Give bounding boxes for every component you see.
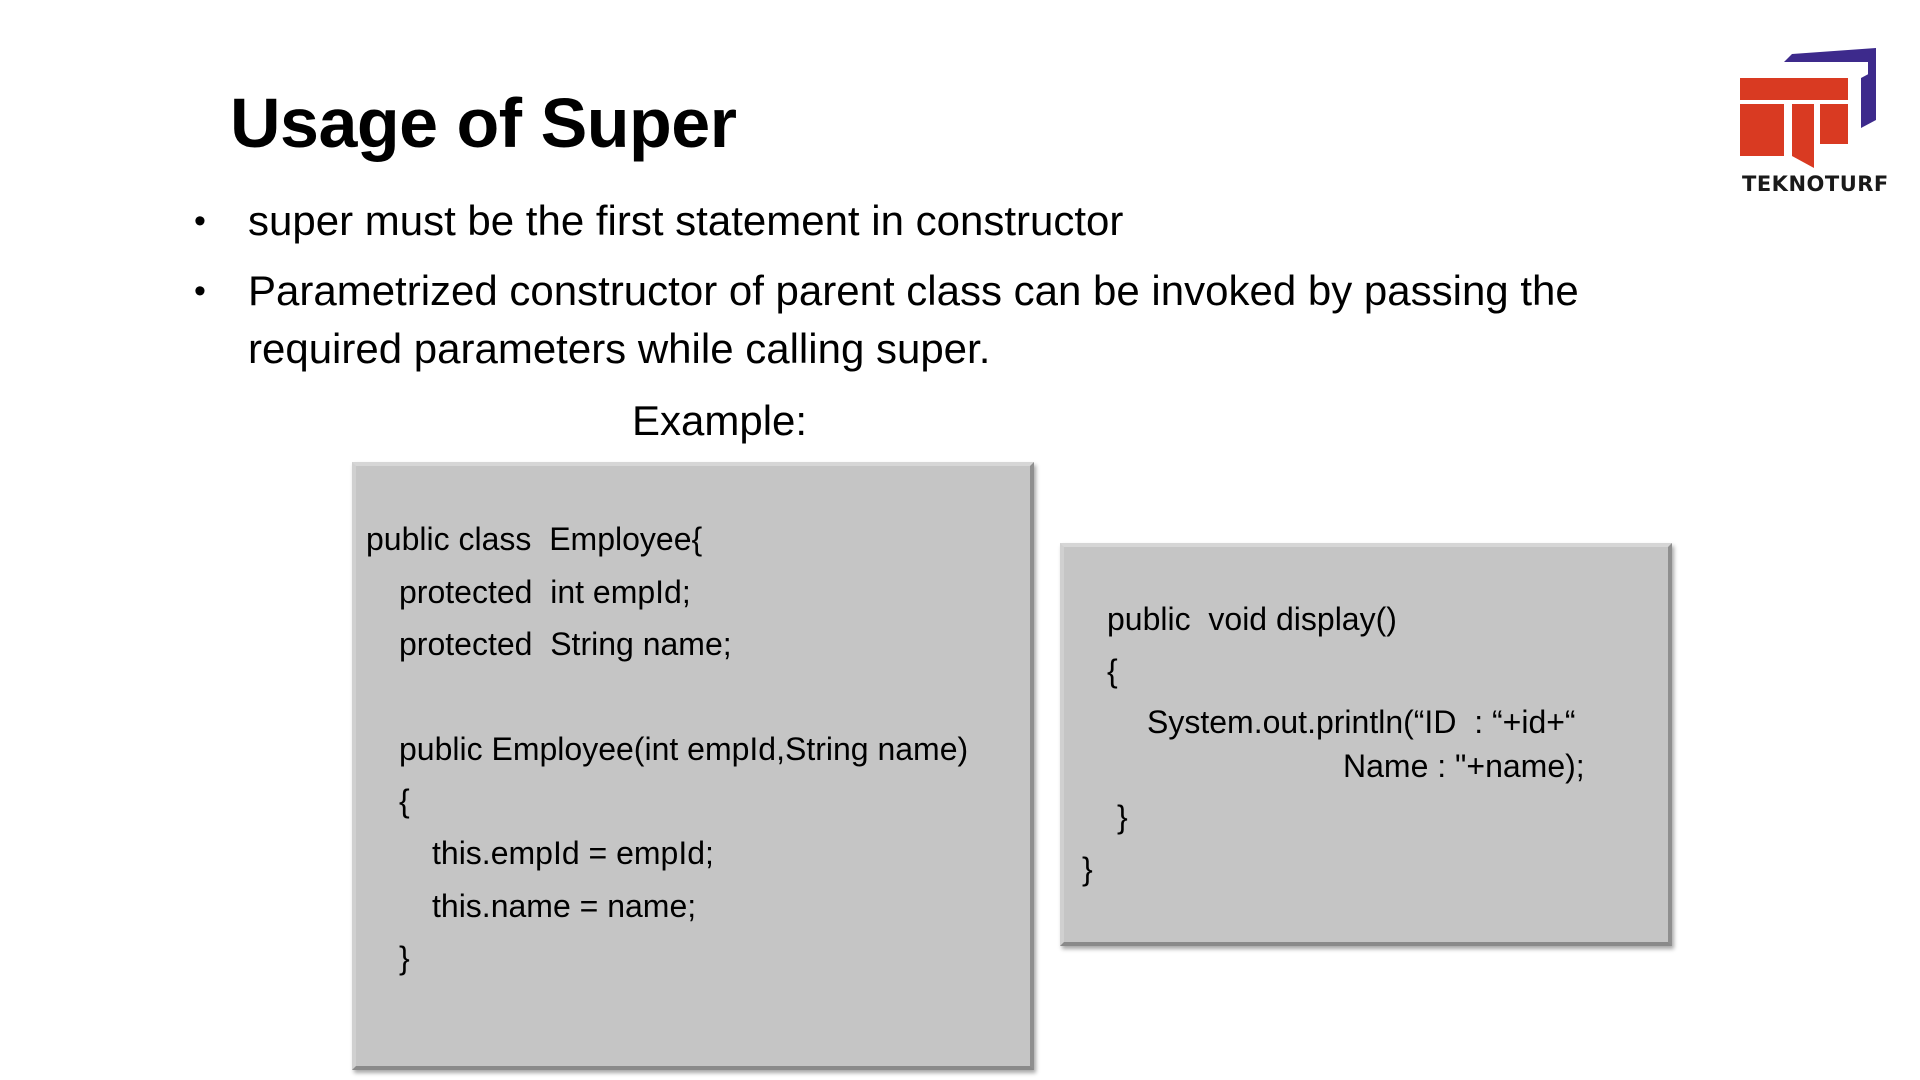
code-line: protected int empId; bbox=[399, 574, 691, 610]
bullet-list: • super must be the first statement in c… bbox=[190, 192, 1690, 390]
bullet-dot-icon: • bbox=[194, 202, 206, 240]
code-line: protected String name; bbox=[399, 626, 732, 662]
bullet-text: Parametrized constructor of parent class… bbox=[248, 267, 1579, 372]
code-line: public class Employee{ bbox=[366, 521, 703, 557]
code-line: System.out.println(“ID : “+id+“ bbox=[1147, 704, 1576, 740]
bullet-text: super must be the first statement in con… bbox=[248, 197, 1124, 244]
code-line: } bbox=[399, 940, 410, 976]
bullet-item: • Parametrized constructor of parent cla… bbox=[190, 262, 1690, 378]
code-line: public Employee(int empId,String name) bbox=[399, 731, 969, 767]
bullet-dot-icon: • bbox=[194, 272, 206, 310]
code-box-employee-class: public class Employee{ protected int emp… bbox=[352, 462, 1034, 1070]
logo-wordmark: TEKNOTURF bbox=[1742, 172, 1889, 196]
code-box-display-method: public void display() { System.out.print… bbox=[1060, 543, 1672, 946]
code-line: } bbox=[1082, 851, 1093, 887]
code-line: { bbox=[1107, 653, 1118, 689]
code-line: Name : "+name); bbox=[1343, 748, 1585, 784]
code-line: public void display() bbox=[1107, 601, 1397, 637]
code-line: this.empId = empId; bbox=[432, 835, 714, 871]
slide-title: Usage of Super bbox=[230, 84, 737, 162]
bullet-item: • super must be the first statement in c… bbox=[190, 192, 1690, 250]
code-line: } bbox=[1117, 799, 1128, 835]
code-line: { bbox=[399, 783, 410, 819]
code-line: this.name = name; bbox=[432, 888, 697, 924]
example-label: Example: bbox=[632, 397, 808, 444]
